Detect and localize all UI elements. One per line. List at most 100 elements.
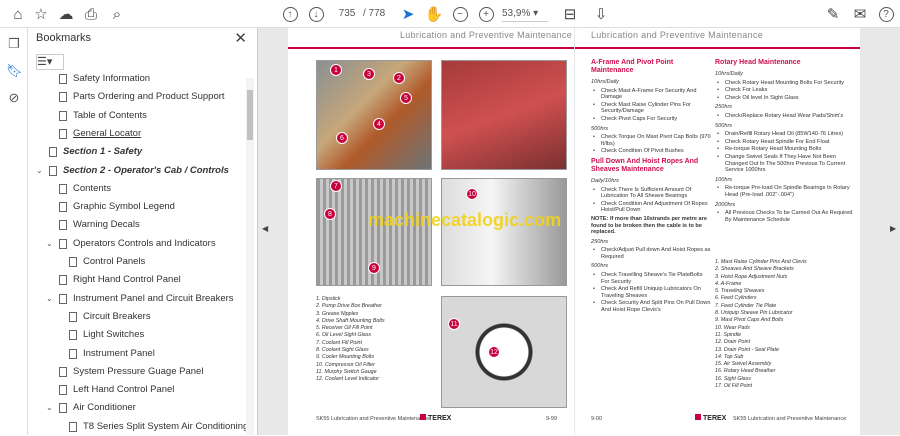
bookmark-label: System Pressure Guage Panel (73, 365, 204, 377)
help-icon[interactable]: ? (876, 4, 896, 24)
zoom-select[interactable]: 53,9% ▾ (502, 5, 548, 22)
options-menu-button[interactable]: ☰▾ (36, 54, 64, 70)
left-legend: 1. Dipstick 2. Pump Drive Box Breather 3. … (316, 296, 385, 384)
upload-cloud-icon[interactable]: ☁ (56, 4, 76, 24)
chevron-down-icon[interactable]: ⌄ (46, 399, 56, 417)
callout-marker: 12 (488, 346, 500, 358)
right-page: Lubrication and Preventive Maintenance A… (575, 28, 860, 435)
zoom-value: 53,9% (502, 8, 531, 19)
share-icon[interactable]: ✉ (850, 4, 870, 24)
zoom-in-button[interactable]: + (476, 4, 496, 24)
page-header: Lubrication and Preventive Maintenance (591, 30, 764, 40)
legend-item: 17. Oil Fill Point (715, 383, 753, 390)
home-icon[interactable]: ⌂ (8, 4, 28, 24)
plus-icon: + (478, 6, 494, 22)
legend-item: 2. Sheaves And Sheave Brackets (715, 266, 794, 273)
terex-logo: TEREX (420, 414, 451, 422)
bookmark-page-icon (59, 92, 67, 103)
callout-marker: 4 (373, 118, 385, 130)
legend-item: 7. Feed Cylinder Tie Plate (715, 302, 777, 309)
legend-item: 16. Rotary Head Breather (715, 368, 776, 375)
interval-label: Daily/10hrs (591, 177, 619, 184)
bookmark-label: Control Panels (83, 256, 146, 267)
interval-label: 500hrs (591, 125, 609, 132)
toolbar: ⌂ ☆ ☁ ⎙ ⌕ ↑ ↓ 735 / 778 ➤ ✋ − + 53,9% ▾ … (0, 0, 900, 28)
column-right: Rotary Head Maintenance 10hrs/Daily Check … (715, 56, 855, 224)
legend-item: 11. Spindle (715, 331, 742, 338)
legend-item: 10. Compressor Oil Filter (316, 361, 375, 368)
bookmark-star-icon[interactable]: ☆ (31, 4, 51, 24)
document-view: ◀ ▶ Lubrication and Preventive Maintenan… (258, 28, 900, 435)
close-icon[interactable]: ✕ (234, 29, 247, 47)
page-number: 9-00 (591, 416, 603, 422)
scrollbar-thumb[interactable] (247, 90, 253, 140)
bookmark-page-icon (59, 275, 67, 286)
checklist-item: Check Pivot Caps For Security (591, 116, 711, 123)
interval-label: 500hrs (715, 122, 733, 129)
legend-item: 11. Murphy Switch Gauge (316, 368, 377, 375)
select-cursor-icon[interactable]: ➤ (398, 4, 418, 24)
bookmark-page-icon (49, 165, 57, 176)
bookmark-page-icon (59, 385, 67, 396)
next-page-button[interactable]: ↓ (306, 4, 326, 24)
note-text: NOTE: If more than 10strands per metre a… (591, 215, 707, 236)
checklist-item: Check/Replace Rotary Head Wear Pads/Shim… (715, 113, 855, 120)
zoom-out-button[interactable]: − (450, 4, 470, 24)
previous-page-button[interactable]: ↑ (280, 4, 300, 24)
photo-receiver (441, 60, 567, 170)
checklist-item: Check For Leaks (715, 87, 855, 94)
scrollbar[interactable] (246, 78, 254, 435)
bookmark-page-icon (59, 293, 67, 304)
checklist-item: Check Oil level In Sight Glass (715, 95, 855, 102)
question-icon: ? (878, 6, 894, 22)
section-title: Pull Down And Hoist Ropes And Sheaves Ma… (591, 157, 699, 173)
chevron-down-icon[interactable]: ⌄ (46, 235, 56, 253)
chevron-down-icon[interactable]: ⌄ (36, 162, 46, 180)
checklist-item: Check Torque On Mast Pivot Cap Bolts (97… (591, 134, 711, 147)
terex-logo: TEREX (695, 414, 726, 422)
chevron-down-icon[interactable]: ⌄ (46, 290, 56, 308)
hand-tool-icon[interactable]: ✋ (424, 4, 444, 24)
collapse-panel-arrow[interactable]: ◀ (262, 224, 268, 233)
checklist-item: Check/Adjust Pull down And Hoist Ropes a… (591, 247, 711, 260)
callout-marker: 11 (448, 318, 460, 330)
bookmark-page-icon (59, 238, 67, 249)
bookmarks-icon[interactable]: 🔖︎ (6, 63, 23, 79)
bookmark-page-icon (59, 366, 67, 377)
bookmark-label: Safety Information (73, 73, 151, 84)
callout-marker: 1 (330, 64, 342, 76)
legend-item: 6. Feed Cylinders (715, 295, 757, 302)
checklist-item: Check Travelling Sheave's Tie PlateBolts… (591, 272, 711, 285)
search-icon[interactable]: ⌕ (107, 4, 127, 24)
legend-item: 15. Air Swivel Assembly (715, 361, 772, 368)
sign-icon[interactable]: ✎ (823, 4, 843, 24)
next-arrow[interactable]: ▶ (890, 224, 896, 233)
legend-item: 12. Coolant Level Indicator (316, 376, 380, 383)
page-number: 9-99 (546, 416, 558, 422)
legend-item: 14. Top Sub (715, 353, 744, 360)
bookmark-page-icon (59, 403, 67, 414)
arrow-down-icon: ↓ (308, 6, 324, 22)
legend-item: 13. Drain Point - Seal Plate (715, 346, 779, 353)
attachment-icon[interactable]: ⊘ (6, 90, 22, 106)
scroll-mode-icon[interactable]: ⇩ (591, 4, 611, 24)
left-page: Lubrication and Preventive Maintenance 1… (288, 28, 574, 435)
checklist-item: Check Rotary Head Mounting Bolts For Sec… (715, 80, 855, 87)
print-icon[interactable]: ⎙ (81, 4, 101, 24)
checklist-item: All Previous Checks To be Carried Out As… (715, 210, 855, 223)
page-number-input[interactable]: 735 (333, 5, 361, 22)
bookmark-label: Left Hand Control Panel (73, 384, 175, 396)
legend-item: 7. Coolant Fill Point (316, 339, 362, 346)
pages-icon[interactable]: ❐ (6, 36, 22, 52)
page-footer: SK55 Lubrication and Preventive Maintena… (316, 416, 430, 422)
page-footer: SK55 Lubrication and Preventive Maintena… (733, 416, 847, 422)
bookmark-page-icon (59, 74, 67, 84)
legend-item: 9. Mast Pivot Caps And Bolts (715, 317, 784, 324)
legend-item: 6. Oil Level Sight Glass (316, 332, 372, 339)
page-fit-icon[interactable]: ⊟ (560, 4, 580, 24)
header-rule (288, 47, 574, 49)
header-rule (575, 47, 860, 49)
legend-item: 3. Grease Nipples (316, 310, 359, 317)
checklist-item: Check Mast A-Frame For Security And Dama… (591, 88, 711, 101)
watermark: machinecatalogic.com (368, 210, 562, 230)
